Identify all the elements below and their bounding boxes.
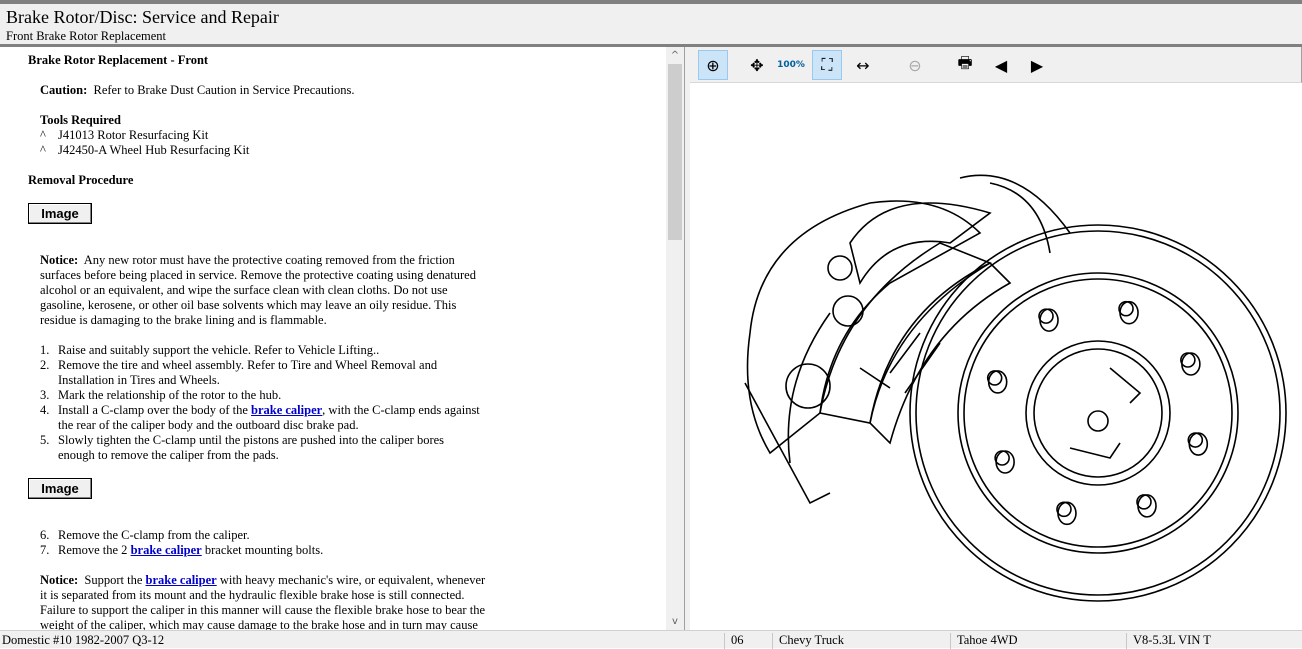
printer-icon: 🖶 [957,52,973,72]
next-image-button[interactable]: ▶ [1022,50,1052,80]
status-bar: Domestic #10 1982-2007 Q3-12 06 Chevy Tr… [0,630,1302,649]
tools-heading: Tools Required [40,113,121,127]
doc-heading: Brake Rotor Replacement - Front [28,53,209,67]
zoom-100-button[interactable]: 100% [776,50,806,80]
notice-1: Notice: Any new rotor must have the prot… [40,253,476,327]
pan-button[interactable]: ✥ [742,50,772,80]
tool-item: ^ J42450-A Wheel Hub Resurfacing Kit [40,143,250,157]
status-make: Chevy Truck [772,633,844,649]
zoom-out-button[interactable]: ⊖ [900,50,930,80]
scroll-down-icon[interactable]: v [666,613,684,630]
prev-image-button[interactable]: ◀ [986,50,1016,80]
step-item: 4. Install a C-clamp over the body of the… [40,403,480,432]
status-model: Tahoe 4WD [950,633,1018,649]
title-header: Brake Rotor/Disc: Service and Repair Fro… [0,0,1302,47]
page-subtitle: Front Brake Rotor Replacement [6,29,167,43]
print-button[interactable]: 🖶 [950,50,980,80]
image-button[interactable]: Image [28,203,92,224]
steps-list-2: 6. Remove the C-clamp from the caliper. 7.… [40,528,323,558]
status-database: Domestic #10 1982-2007 Q3-12 [2,633,165,647]
document-pane: Brake Rotor Replacement - Front Caution:… [0,47,684,630]
camera-prev-icon: ◀ [994,55,1008,75]
zoom-width-button[interactable]: ↔ [848,50,878,80]
tool-item: ^ J41013 Rotor Resurfacing Kit [40,128,209,142]
steps-list-1: 1. Raise and suitably support the vehicle… [40,343,480,463]
zoom-out-icon: ⊖ [908,55,922,75]
brake-caliper-link[interactable]: brake caliper [251,403,322,417]
pan-icon: ✥ [750,55,764,75]
scroll-up-icon[interactable]: ^ [666,47,684,64]
zoom-fit-icon: ⛶ [821,55,833,74]
scroll-thumb[interactable] [668,64,682,240]
zoom-in-icon: ⊕ [706,55,720,75]
step-item: 7. Remove the 2 brake caliper bracket mou… [40,543,324,557]
step-item: 6. Remove the C-clamp from the caliper. [40,528,250,542]
brake-caliper-link[interactable]: brake caliper [131,543,202,557]
zoom-100-icon: 100% [777,60,805,70]
image-viewer: ⊕ ✥ 100% ⛶ ↔ ⊖ 🖶 ◀ ▶ [690,47,1302,630]
brake-rotor-illustration [744,174,1287,602]
status-year: 06 [724,633,744,649]
caution: Caution: Refer to Brake Dust Caution in … [40,83,355,97]
step-item: 1. Raise and suitably support the vehicle… [40,343,380,357]
camera-next-icon: ▶ [1030,55,1044,75]
status-engine: V8-5.3L VIN T [1126,633,1211,649]
removal-heading: Removal Procedure [28,173,134,187]
brake-caliper-link[interactable]: brake caliper [146,573,217,587]
image-button[interactable]: Image [28,478,92,499]
step-item: 3. Mark the relationship of the rotor to … [40,388,282,402]
zoom-width-icon: ↔ [856,55,870,75]
page-title: Brake Rotor/Disc: Service and Repair [6,7,279,27]
step-item: 5. Slowly tighten the C-clamp until the p… [40,433,445,462]
zoom-in-button[interactable]: ⊕ [698,50,728,80]
zoom-fit-button[interactable]: ⛶ [812,50,842,80]
vertical-scrollbar[interactable]: ^ v [666,47,684,630]
step-item: 2. Remove the tire and wheel assembly. Re… [40,358,438,387]
notice-2: Notice: Support the brake caliper with h… [40,573,486,630]
viewer-toolbar: ⊕ ✥ 100% ⛶ ↔ ⊖ 🖶 ◀ ▶ [690,47,1302,83]
